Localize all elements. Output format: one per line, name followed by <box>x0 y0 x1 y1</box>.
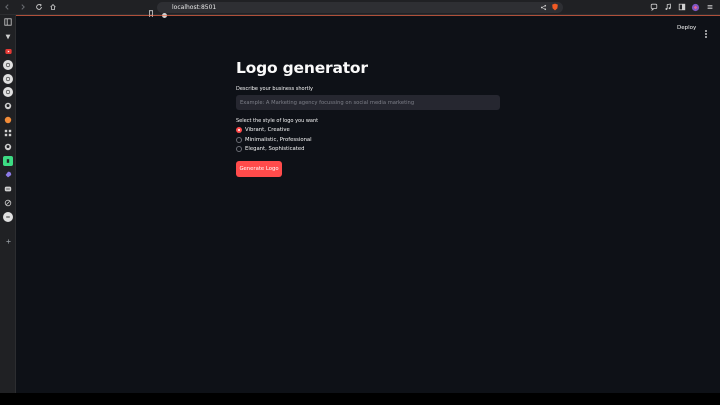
browser-sidebar <box>0 15 16 395</box>
radio-selected[interactable] <box>236 127 242 133</box>
home-icon[interactable] <box>47 2 58 13</box>
circle-icon[interactable] <box>3 198 13 208</box>
loading-accent-line <box>16 15 720 16</box>
wallet-icon[interactable] <box>691 2 700 12</box>
grid-icon[interactable] <box>3 128 13 138</box>
split-view-icon[interactable] <box>677 2 686 12</box>
style-option-label: Elegant, Sophisticated <box>245 146 305 152</box>
style-option-elegant[interactable]: Elegant, Sophisticated <box>236 146 304 152</box>
youtube-icon[interactable] <box>3 46 13 56</box>
github-icon[interactable] <box>3 101 13 111</box>
chat-icon[interactable] <box>649 2 658 12</box>
openai-icon[interactable] <box>3 87 13 97</box>
share-icon[interactable] <box>539 3 547 11</box>
rocket-icon[interactable] <box>3 170 13 180</box>
description-input[interactable] <box>236 95 500 110</box>
android-icon[interactable] <box>3 156 13 166</box>
style-option-minimalistic[interactable]: Minimalistic, Professional <box>236 137 312 143</box>
style-option-label: Minimalistic, Professional <box>245 137 312 143</box>
chatgpt-icon[interactable] <box>3 60 13 70</box>
toolbar-right-icons <box>649 2 714 12</box>
plus-icon[interactable] <box>3 236 13 246</box>
url-text: localhost:8501 <box>172 4 217 11</box>
reload-icon[interactable] <box>33 2 44 13</box>
description-label: Describe your business shortly <box>236 86 313 92</box>
tag-icon[interactable] <box>3 32 13 42</box>
style-option-label: Vibrant, Creative <box>245 127 290 133</box>
address-bar[interactable]: localhost:8501 <box>157 2 563 18</box>
deploy-button[interactable]: Deploy <box>677 25 696 31</box>
main-menu-icon[interactable] <box>703 24 709 38</box>
radio-unselected[interactable] <box>236 137 242 143</box>
openai-icon[interactable] <box>3 74 13 84</box>
menu-icon[interactable] <box>705 2 714 12</box>
sidebar-toggle-icon[interactable] <box>3 17 13 27</box>
music-icon[interactable] <box>663 2 672 12</box>
page-title: Logo generator <box>236 59 368 77</box>
discord-icon[interactable] <box>3 184 13 194</box>
forward-icon[interactable] <box>17 2 28 13</box>
style-option-vibrant[interactable]: Vibrant, Creative <box>236 127 290 133</box>
radio-unselected[interactable] <box>236 146 242 152</box>
generate-logo-button[interactable]: Generate Logo <box>236 161 282 177</box>
bottom-bar <box>0 393 720 405</box>
minus-icon[interactable] <box>3 212 13 222</box>
brave-icon[interactable] <box>3 115 13 125</box>
browser-toolbar: localhost:8501 <box>0 0 720 18</box>
bookmark-icon[interactable] <box>147 3 155 18</box>
back-icon[interactable] <box>1 2 12 13</box>
style-label: Select the style of logo you want <box>236 118 319 124</box>
brave-shield-icon[interactable] <box>551 3 559 11</box>
site-info-icon[interactable] <box>161 4 168 18</box>
github-icon[interactable] <box>3 142 13 152</box>
